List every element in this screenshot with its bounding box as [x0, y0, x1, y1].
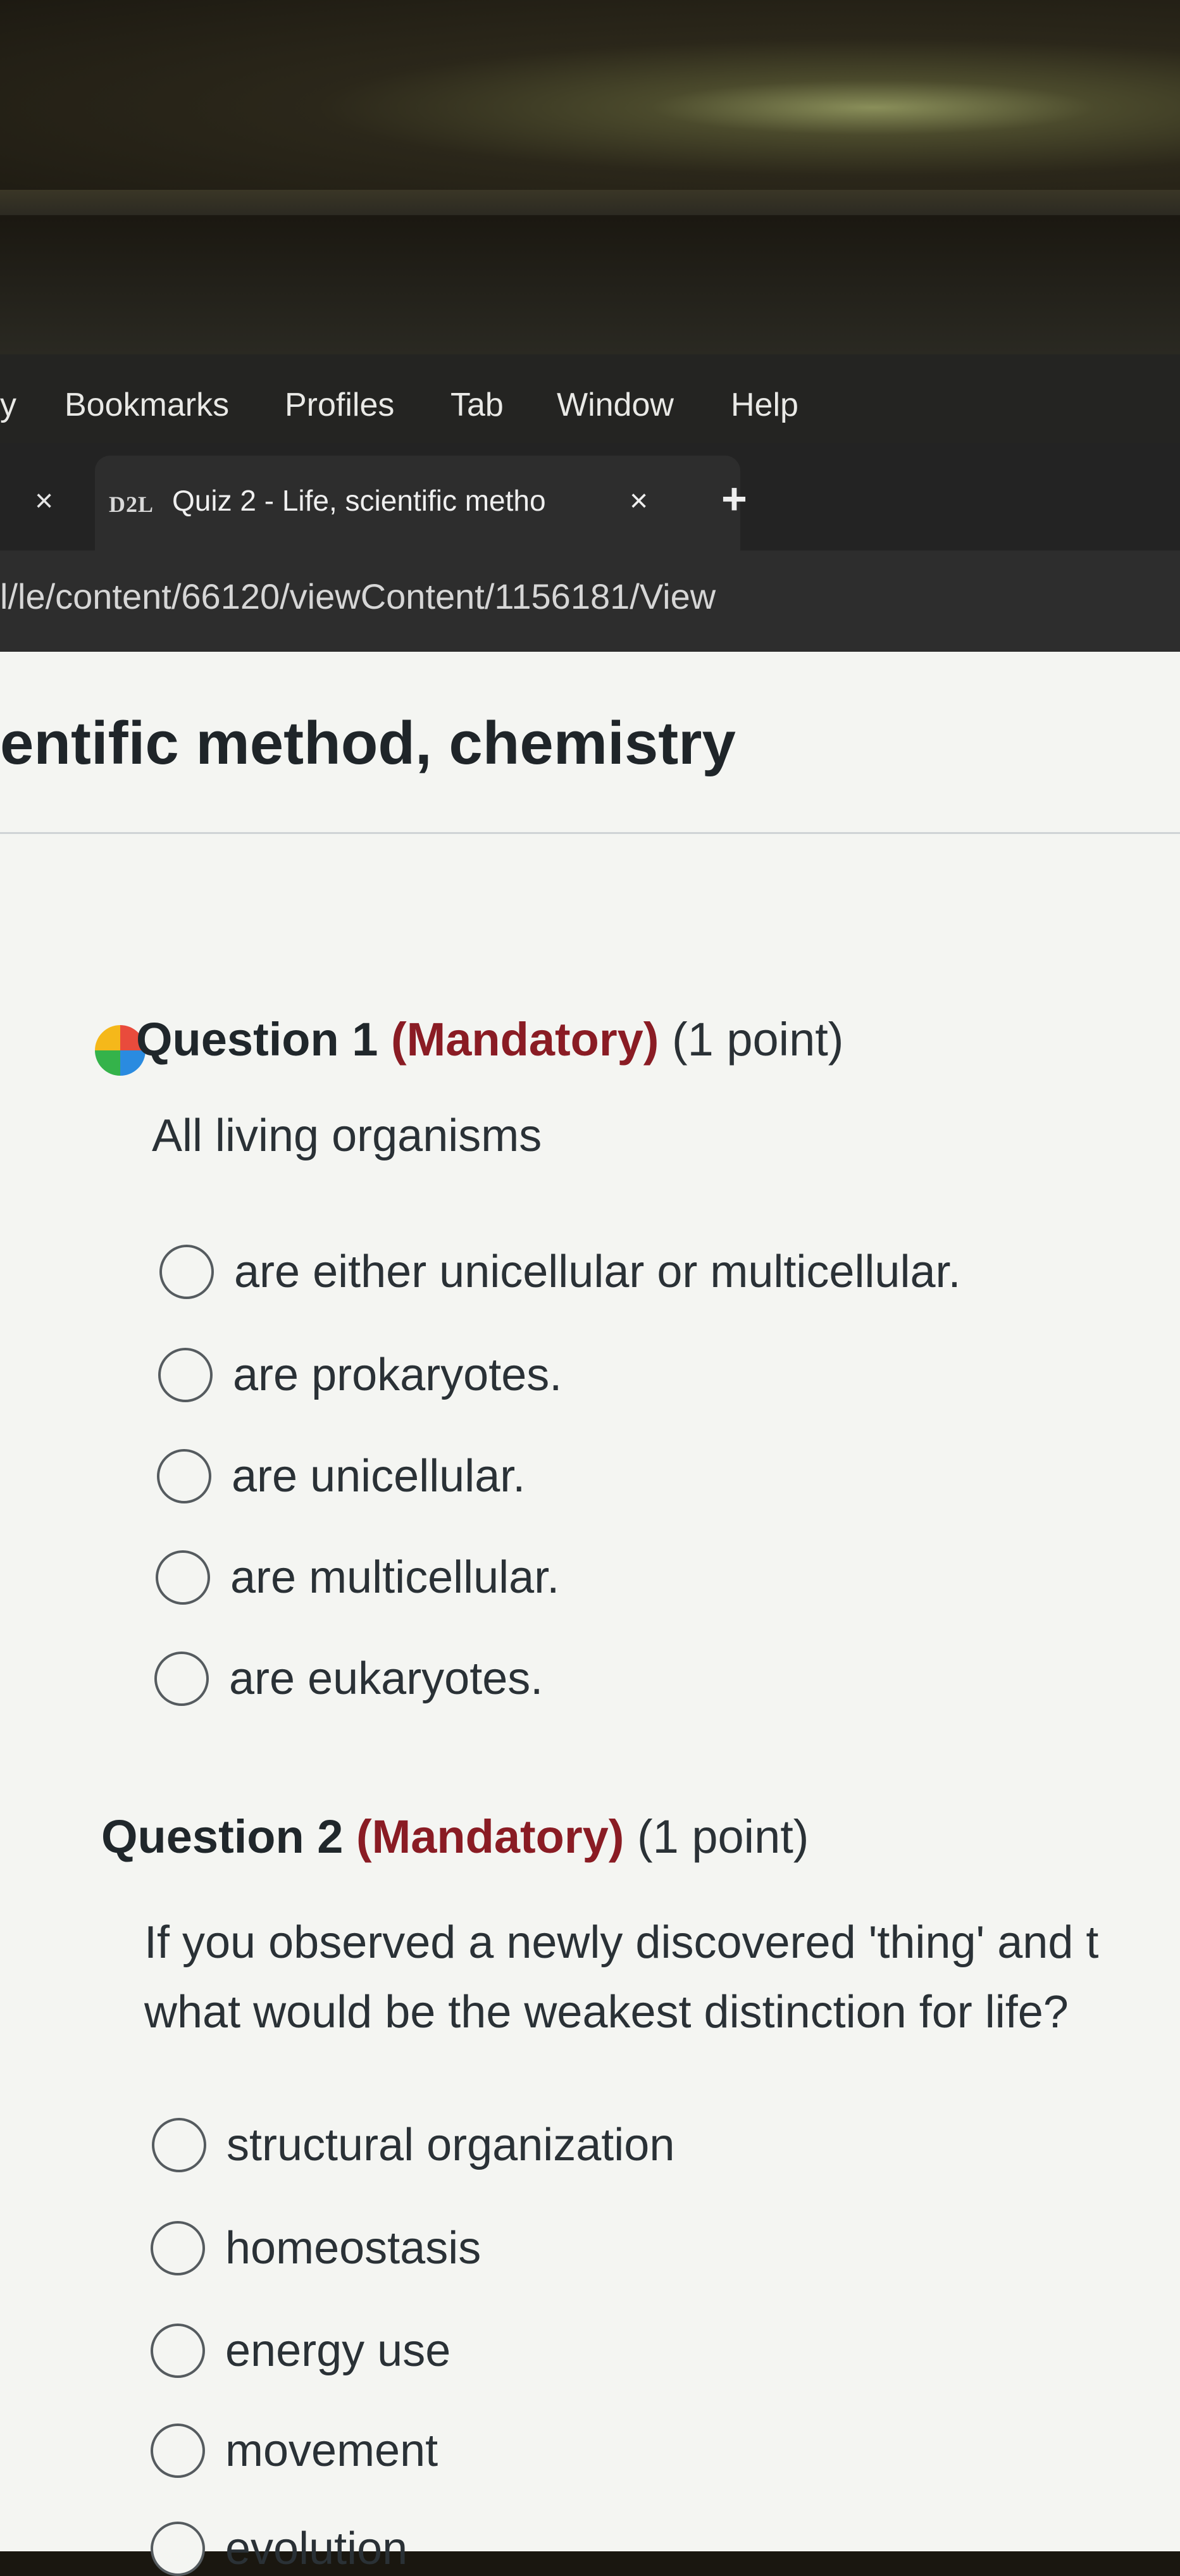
answer-label[interactable]: are unicellular.: [232, 1450, 525, 1502]
answer-label[interactable]: structural organization: [227, 2119, 674, 2171]
answer-option[interactable]: evolution: [151, 2522, 407, 2576]
points-label: (1 point): [637, 1810, 809, 1863]
radio-button[interactable]: [151, 2324, 205, 2378]
answer-option[interactable]: energy use: [151, 2324, 450, 2378]
question-number: Question 1: [136, 1013, 378, 1066]
menu-bookmarks[interactable]: Bookmarks: [65, 386, 229, 424]
question-2-text: If you observed a newly discovered 'thin…: [144, 1908, 1098, 2047]
radio-button[interactable]: [154, 1652, 209, 1706]
radio-button[interactable]: [151, 2424, 205, 2478]
question-1-heading: Question 1 (Mandatory) (1 point): [136, 1012, 843, 1066]
radio-button[interactable]: [158, 1348, 213, 1402]
answer-option[interactable]: homeostasis: [151, 2221, 481, 2275]
answer-label[interactable]: evolution: [225, 2523, 407, 2575]
radio-button[interactable]: [151, 2522, 205, 2576]
question-text-line: what would be the weakest distinction fo…: [144, 1987, 1069, 2038]
menu-tab[interactable]: Tab: [450, 386, 504, 424]
tab-title[interactable]: Quiz 2 - Life, scientific metho: [172, 483, 609, 518]
mandatory-label: (Mandatory): [390, 1013, 659, 1066]
answer-label[interactable]: are eukaryotes.: [229, 1653, 543, 1705]
tab-close-icon[interactable]: ×: [630, 482, 648, 519]
answer-label[interactable]: are prokaryotes.: [233, 1349, 562, 1401]
answer-option[interactable]: are unicellular.: [157, 1449, 525, 1503]
answer-option[interactable]: are eukaryotes.: [154, 1652, 543, 1706]
radio-button[interactable]: [159, 1245, 214, 1299]
question-number: Question 2: [101, 1810, 344, 1863]
answer-option[interactable]: structural organization: [152, 2118, 674, 2172]
answer-option[interactable]: are either unicellular or multicellular.: [159, 1245, 961, 1299]
answer-label[interactable]: homeostasis: [225, 2222, 481, 2274]
menu-profiles[interactable]: Profiles: [285, 386, 394, 424]
question-text-line: If you observed a newly discovered 'thin…: [144, 1917, 1099, 1968]
page-title: entific method, chemistry: [0, 709, 736, 777]
question-1-text: All living organisms: [152, 1101, 542, 1171]
new-tab-icon[interactable]: +: [721, 473, 747, 524]
radio-button[interactable]: [157, 1449, 211, 1503]
menu-help[interactable]: Help: [731, 386, 798, 424]
question-text-line: All living organisms: [152, 1111, 542, 1161]
answer-option[interactable]: are prokaryotes.: [158, 1348, 562, 1402]
answer-label[interactable]: are either unicellular or multicellular.: [234, 1246, 961, 1298]
answer-label[interactable]: are multicellular.: [230, 1552, 559, 1603]
url-text[interactable]: l/le/content/66120/viewContent/1156181/V…: [0, 576, 716, 617]
menu-window[interactable]: Window: [557, 386, 674, 424]
radio-button[interactable]: [152, 2118, 206, 2172]
answer-label[interactable]: movement: [225, 2425, 438, 2477]
question-2-heading: Question 2 (Mandatory) (1 point): [101, 1810, 809, 1864]
answer-label[interactable]: energy use: [225, 2325, 450, 2377]
radio-button[interactable]: [156, 1550, 210, 1605]
monitor-bezel: [0, 0, 1180, 209]
radio-button[interactable]: [151, 2221, 205, 2275]
mandatory-label: (Mandatory): [356, 1810, 624, 1863]
answer-option[interactable]: are multicellular.: [156, 1550, 559, 1605]
answer-option[interactable]: movement: [151, 2424, 438, 2478]
menu-history[interactable]: y: [0, 386, 16, 424]
d2l-favicon-icon: D2L: [109, 492, 154, 517]
close-icon[interactable]: ×: [35, 482, 53, 519]
title-divider: [0, 832, 1180, 834]
points-label: (1 point): [671, 1013, 844, 1066]
